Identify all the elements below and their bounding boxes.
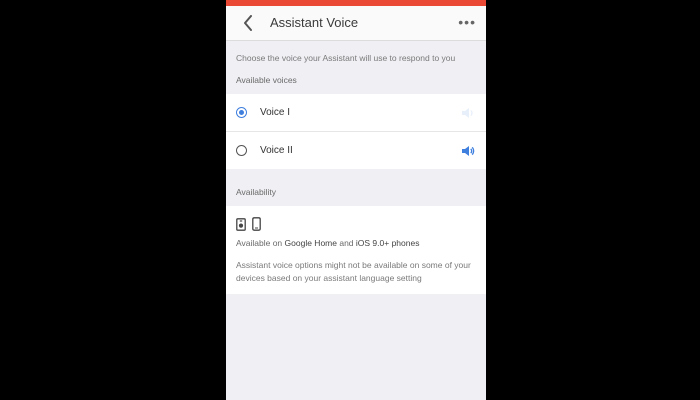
voice-list: Voice I Voice II — [226, 94, 486, 169]
radio-selected-icon[interactable] — [236, 107, 247, 118]
availability-note: Assistant voice options might not be ava… — [236, 260, 471, 283]
page-title: Assistant Voice — [270, 15, 359, 30]
voice-option-1[interactable]: Voice I — [226, 94, 486, 131]
device-icons — [236, 216, 476, 232]
availability-text: Available on Google Home and iOS 9.0+ ph… — [236, 238, 420, 248]
available-voices-heading: Available voices — [236, 75, 297, 85]
speaker-icon[interactable] — [461, 144, 475, 158]
availability-heading: Availability — [236, 187, 277, 197]
radio-unselected-icon[interactable] — [236, 145, 247, 156]
availability-card: Available on Google Home and iOS 9.0+ ph… — [226, 206, 486, 294]
nav-bar: Assistant Voice ••• — [226, 6, 486, 41]
phone-icon — [252, 217, 261, 231]
back-arrow-icon — [244, 15, 252, 31]
voice-label: Voice I — [260, 107, 291, 118]
voice-option-2[interactable]: Voice II — [226, 131, 486, 169]
phone-screen: Assistant Voice ••• Choose the voice you… — [226, 0, 486, 400]
google-home-icon — [236, 217, 246, 231]
voice-description: Choose the voice your Assistant will use… — [236, 53, 456, 63]
more-icon[interactable]: ••• — [458, 14, 476, 30]
voice-label: Voice II — [260, 145, 293, 156]
speaker-icon[interactable] — [461, 106, 475, 120]
back-button[interactable] — [236, 11, 260, 35]
